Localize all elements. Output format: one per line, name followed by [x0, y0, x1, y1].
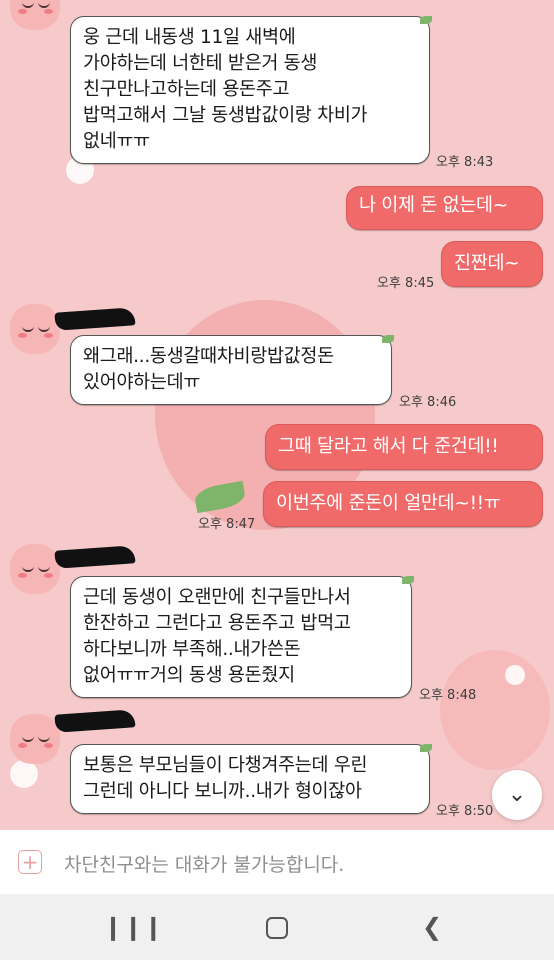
avatar[interactable]	[10, 714, 60, 764]
message-time: 오후 8:46	[399, 395, 457, 410]
message-bubble-received[interactable]: 왜그래...동생갈때차비랑밥값정돈 있어야하는데ㅠ	[70, 335, 392, 405]
message-time: 오후 8:45	[377, 276, 435, 291]
redacted-sender-name	[54, 545, 136, 569]
chat-area[interactable]: 웅 근데 내동생 11일 새벽에 가야하는데 너한테 받은거 동생 친구만나고하…	[0, 0, 554, 830]
message-time: 오후 8:47	[198, 517, 256, 532]
chevron-down-icon: ⌄	[507, 782, 527, 807]
message-time: 오후 8:43	[436, 155, 494, 170]
avatar[interactable]	[10, 304, 60, 354]
redacted-sender-name	[54, 307, 136, 331]
message-time: 오후 8:48	[419, 688, 477, 703]
input-bar: + 차단친구와는 대화가 불가능합니다.	[0, 830, 554, 894]
background-flower	[505, 665, 525, 685]
recent-apps-button[interactable]: ❙❙❙	[103, 911, 163, 943]
message-bubble-sent[interactable]: 그때 달라고 해서 다 준건데!!	[265, 424, 543, 470]
background-flower	[10, 760, 38, 788]
leaf-decoration-icon	[402, 576, 414, 584]
redacted-sender-name	[54, 709, 136, 733]
blocked-notice: 차단친구와는 대화가 불가능합니다.	[64, 854, 345, 876]
recent-apps-icon: ❙❙❙	[103, 913, 164, 941]
message-bubble-received[interactable]: 근데 동생이 오랜만에 친구들만나서 한잔하고 그런다고 용돈주고 밥먹고 하다…	[70, 576, 412, 698]
leaf-decoration-icon	[420, 744, 432, 752]
message-time: 오후 8:50	[436, 804, 494, 819]
avatar[interactable]	[10, 544, 60, 594]
background-peach-character-small	[440, 650, 550, 770]
avatar[interactable]	[10, 0, 60, 30]
message-bubble-sent[interactable]: 이번주에 준돈이 얼만데~!!ㅠ	[263, 481, 543, 527]
leaf-decoration-icon	[382, 335, 394, 343]
home-button[interactable]	[257, 911, 297, 943]
home-icon	[266, 917, 288, 939]
back-button[interactable]: ❮	[412, 911, 452, 943]
message-bubble-received[interactable]: 웅 근데 내동생 11일 새벽에 가야하는데 너한테 받은거 동생 친구만나고하…	[70, 16, 430, 164]
plus-icon[interactable]: +	[18, 850, 42, 874]
scroll-down-button[interactable]: ⌄	[492, 770, 542, 820]
message-bubble-sent[interactable]: 진짠데~	[441, 241, 543, 287]
leaf-decoration-icon	[420, 16, 432, 24]
back-icon: ❮	[421, 913, 443, 941]
message-bubble-received[interactable]: 보통은 부모님들이 다챙겨주는데 우린 그런데 아니다 보니까..내가 형이잖아	[70, 744, 430, 814]
system-navigation-bar: ❙❙❙ ❮	[0, 894, 554, 960]
message-bubble-sent[interactable]: 나 이제 돈 없는데~	[346, 186, 543, 230]
